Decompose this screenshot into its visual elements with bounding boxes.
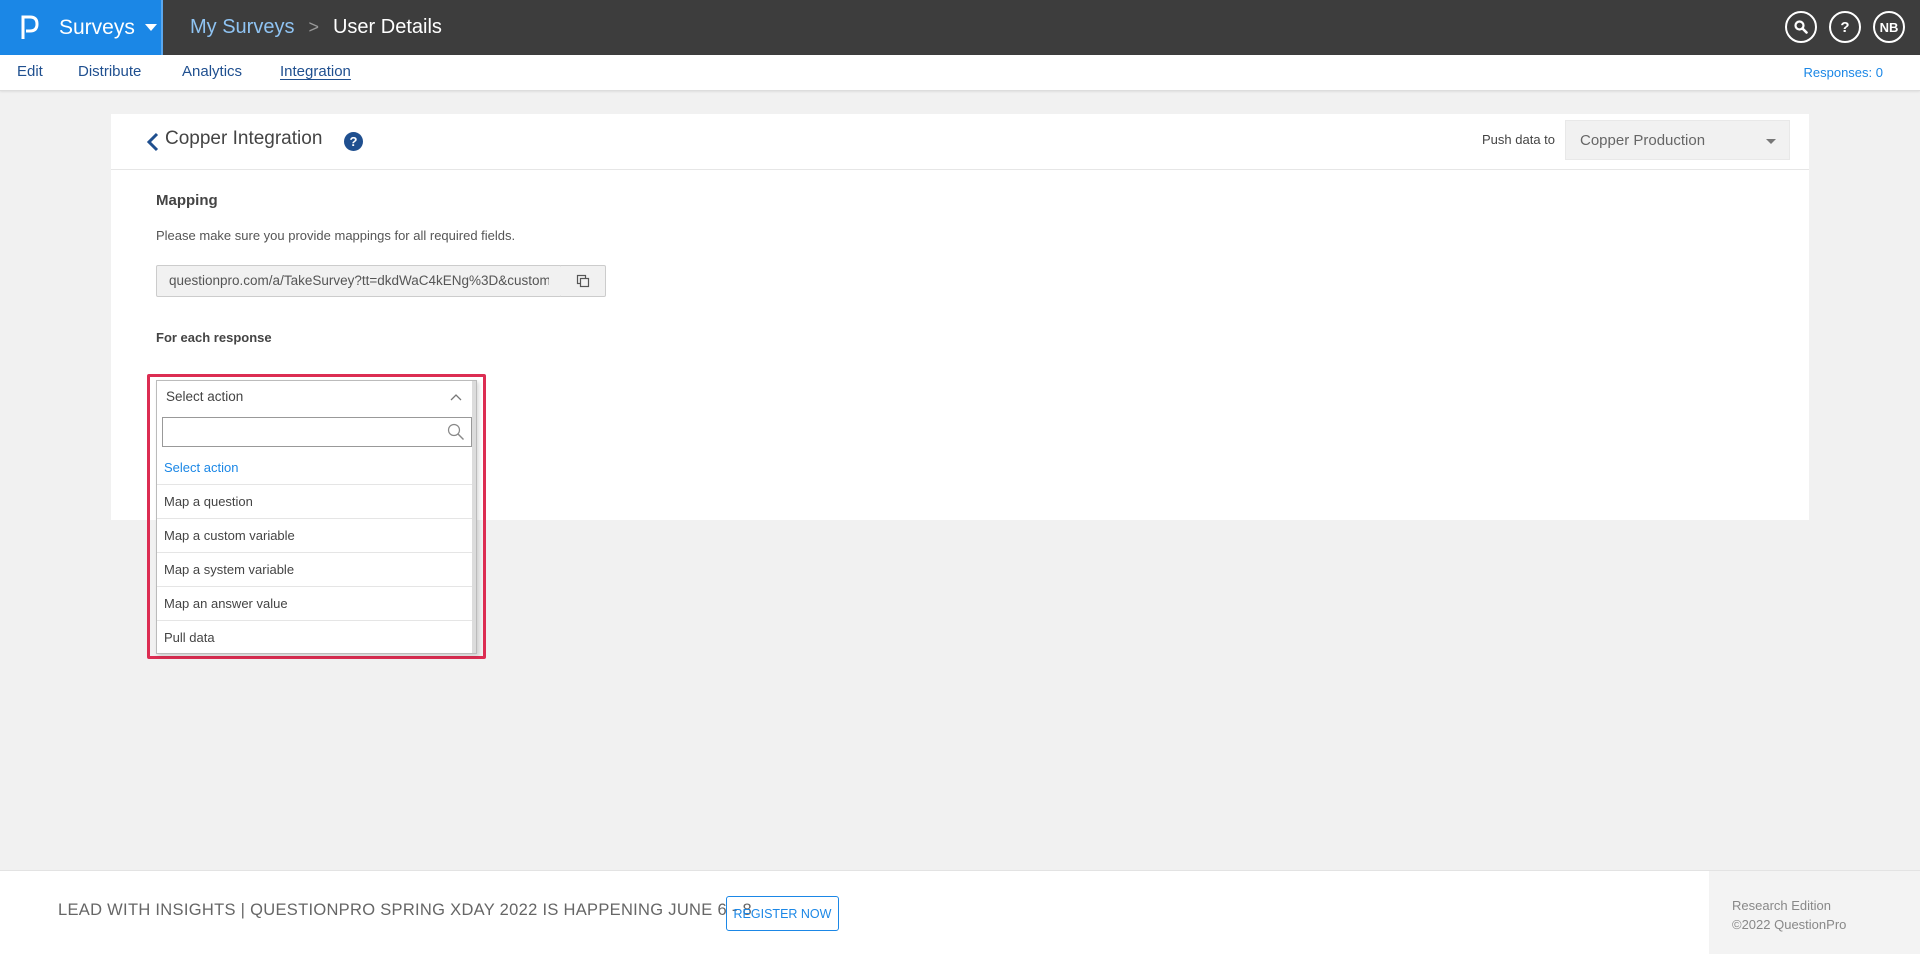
mapping-title: Mapping [156,192,218,209]
survey-url-text: questionpro.com/a/TakeSurvey?tt=dkdWaC4k… [169,273,549,288]
action-dropdown-toggle[interactable]: Select action [157,381,476,413]
card-header: Copper Integration ? Push data to Copper… [111,114,1809,170]
product-switcher[interactable]: Surveys [0,0,161,55]
chevron-up-icon [450,394,462,401]
avatar[interactable]: NB [1873,11,1905,43]
for-each-response-label: For each response [156,330,272,345]
breadcrumb-current: User Details [332,16,442,38]
register-now-button[interactable]: REGISTER NOW [726,896,839,931]
sub-nav: Edit Distribute Analytics Integration Re… [0,55,1920,91]
action-search-input[interactable] [163,418,443,446]
product-name: Surveys [59,15,135,39]
tab-edit[interactable]: Edit [17,55,43,91]
survey-url-field[interactable]: questionpro.com/a/TakeSurvey?tt=dkdWaC4k… [156,265,562,297]
mapping-hint: Please make sure you provide mappings fo… [156,228,516,243]
top-icons: ? NB [1785,11,1905,43]
search-icon [447,423,464,440]
questionpro-logo-icon [21,15,39,41]
help-circle-icon[interactable]: ? [344,132,363,151]
option-map-system-variable[interactable]: Map a system variable [157,553,476,587]
option-select-action[interactable]: Select action [157,451,476,485]
action-search-field[interactable] [162,417,472,447]
promo-banner-text: LEAD WITH INSIGHTS | QUESTIONPRO SPRING … [58,901,752,919]
divider [161,0,163,55]
footer: LEAD WITH INSIGHTS | QUESTIONPRO SPRING … [0,870,1920,954]
avatar-initials: NB [1879,19,1899,35]
copy-url-button[interactable] [561,265,606,297]
chevron-down-icon [144,24,157,31]
push-data-label: Push data to [1482,132,1555,147]
push-data-select[interactable]: Copper Production [1565,120,1790,160]
action-dropdown[interactable]: Select action Select action Map a questi… [156,380,477,654]
caret-down-icon [1766,139,1776,144]
tab-distribute[interactable]: Distribute [78,55,141,91]
option-pull-data[interactable]: Pull data [157,621,476,655]
tab-integration[interactable]: Integration [280,55,351,91]
action-options-list: Select action Map a question Map a custo… [157,451,476,655]
tab-analytics[interactable]: Analytics [182,55,242,91]
push-data-value: Copper Production [1580,132,1706,149]
copy-icon [576,274,590,288]
option-map-answer-value[interactable]: Map an answer value [157,587,476,621]
help-icon: ? [1840,18,1850,36]
page-title: Copper Integration [165,128,323,149]
help-button[interactable]: ? [1829,11,1861,43]
dropdown-scrollbar[interactable] [472,381,476,653]
option-map-question[interactable]: Map a question [157,485,476,519]
chevron-left-icon[interactable] [146,132,160,152]
breadcrumb-my-surveys[interactable]: My Surveys [190,16,294,39]
edition-info: Research Edition ©2022 QuestionPro [1709,871,1920,954]
copyright-label: ©2022 QuestionPro [1732,917,1847,932]
breadcrumb: My Surveys > User Details [190,0,442,55]
action-dropdown-selected: Select action [166,389,244,404]
search-icon [1794,20,1808,34]
edition-label: Research Edition [1732,898,1831,913]
option-map-custom-variable[interactable]: Map a custom variable [157,519,476,553]
breadcrumb-separator: > [308,17,319,37]
responses-count[interactable]: Responses: 0 [1804,55,1884,91]
search-button[interactable] [1785,11,1817,43]
top-bar: Surveys My Surveys > User Details ? NB [0,0,1920,55]
